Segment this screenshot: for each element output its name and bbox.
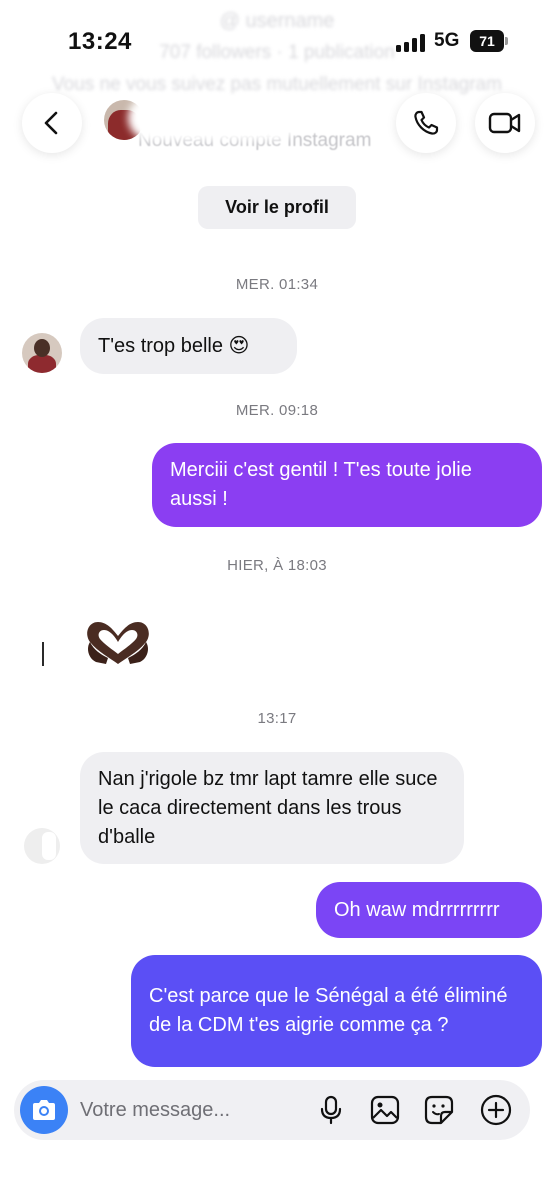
sender-avatar[interactable] [22, 333, 62, 373]
outgoing-message[interactable]: C'est parce que le Sénégal a été éliminé… [131, 955, 542, 1067]
video-camera-icon [488, 112, 521, 134]
microphone-icon [320, 1095, 342, 1125]
voice-call-button[interactable] [396, 93, 456, 153]
phone-icon [414, 110, 439, 135]
more-options-button[interactable] [480, 1094, 512, 1126]
voice-message-button[interactable] [315, 1094, 347, 1126]
timestamp: MER. 01:34 [235, 276, 319, 293]
video-call-button[interactable] [475, 93, 535, 153]
outgoing-message[interactable]: Merciii c'est gentil ! T'es toute jolie … [152, 443, 542, 527]
network-type: 5G [434, 30, 460, 51]
timestamp: HIER, À 18:03 [227, 557, 327, 574]
image-icon [370, 1095, 400, 1125]
sender-avatar-faded [24, 828, 60, 864]
heart-hands-icon [87, 622, 149, 664]
sticker-icon [424, 1095, 454, 1125]
plus-icon [480, 1094, 512, 1126]
view-profile-button[interactable]: Voir le profil [198, 186, 356, 229]
timestamp: MER. 09:18 [235, 402, 319, 419]
incoming-message[interactable]: Nan j'rigole bz tmr lapt tamre elle suce… [80, 752, 464, 864]
sticker-button[interactable] [423, 1094, 455, 1126]
back-arrow-icon [44, 111, 58, 135]
gallery-button[interactable] [369, 1094, 401, 1126]
camera-button[interactable] [20, 1086, 68, 1134]
heart-hands-emoji-message[interactable]: 🫶🏿 [80, 614, 156, 670]
camera-icon [33, 1100, 55, 1120]
outgoing-message[interactable]: Oh waw mdrrrrrrrrr [316, 882, 542, 938]
message-input[interactable] [80, 1080, 310, 1140]
battery-level: 71 [470, 30, 504, 52]
back-button[interactable] [22, 93, 82, 153]
battery-icon: 71 [470, 30, 508, 52]
incoming-message[interactable]: T'es trop belle 😍 [80, 318, 297, 374]
redacted-contact-name [128, 96, 300, 140]
message-composer [14, 1080, 530, 1140]
status-time: 13:24 [68, 28, 132, 55]
sender-avatar-faded [42, 642, 44, 666]
timestamp: 13:17 [257, 710, 297, 727]
status-bar: 13:24 5G 71 [0, 0, 554, 80]
cellular-signal-icon [396, 34, 428, 52]
